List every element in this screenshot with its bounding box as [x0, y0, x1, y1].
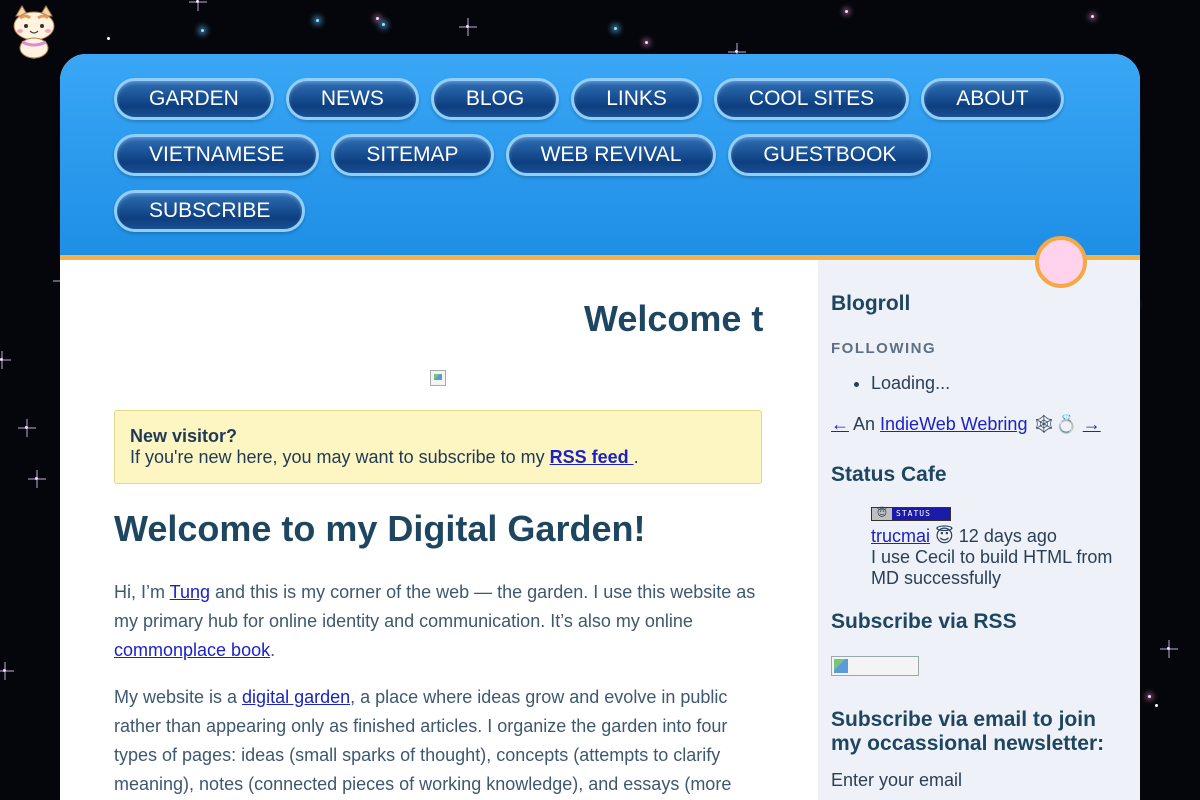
angel-face-icon: 😇 [872, 508, 892, 520]
following-label: FOLLOWING [831, 340, 937, 357]
star-decoration [196, 0, 199, 3]
nav-links-button[interactable]: LINKS [571, 78, 702, 120]
page-title: Welcome t [584, 298, 764, 339]
star-decoration [201, 29, 204, 32]
status-badge-text: STATUS [896, 509, 931, 518]
tung-link[interactable]: Tung [170, 582, 210, 602]
page-frame: GARDEN NEWS BLOG LINKS COOL SITES ABOUT … [60, 54, 1140, 800]
garden-text: My website is a [114, 687, 243, 707]
welcome-heading: Welcome to my Digital Garden! [114, 508, 646, 549]
star-decoration [0, 358, 3, 361]
status-user-link[interactable]: trucmai [871, 526, 930, 546]
notice-end: . [633, 447, 639, 467]
webring-emoji-icon: 🕸💍 [1027, 414, 1083, 434]
nav-garden-button[interactable]: GARDEN [114, 78, 274, 120]
nav-vietnamese-button[interactable]: VIETNAMESE [114, 134, 320, 176]
star-decoration [1167, 647, 1170, 650]
star-decoration [735, 50, 738, 53]
sidebar: Blogroll FOLLOWING Loading... ← An Indie… [818, 260, 1140, 800]
star-decoration [376, 17, 379, 20]
star-decoration [3, 669, 6, 672]
notice-text: If you're new here, you may want to subs… [130, 447, 550, 467]
webring-text: An [849, 414, 881, 434]
status-message: I use Cecil to build HTML from MD succes… [871, 547, 1113, 588]
intro-text: and this is my corner of the web — the g… [114, 582, 756, 631]
status-line: trucmai 😇 12 days ago [871, 526, 1126, 547]
nav-news-button[interactable]: NEWS [285, 78, 419, 120]
nav-guestbook-button[interactable]: GUESTBOOK [728, 134, 932, 176]
status-time: 12 days ago [958, 526, 1057, 546]
star-decoration [645, 41, 648, 44]
nav-cool-sites-button[interactable]: COOL SITES [713, 78, 910, 120]
moon-decoration-icon [1035, 236, 1087, 288]
list-item: Loading... [871, 373, 1126, 394]
broken-image-icon [430, 370, 446, 386]
star-decoration [614, 27, 617, 30]
cat-mascot-icon [13, 5, 55, 59]
nav-web-revival-button[interactable]: WEB REVIVAL [505, 134, 717, 176]
intro-text: Hi, I’m [114, 582, 170, 602]
blogroll-list: Loading... [831, 373, 1126, 394]
main-navigation: GARDEN NEWS BLOG LINKS COOL SITES ABOUT … [114, 78, 1074, 246]
blogroll-heading: Blogroll [831, 292, 911, 315]
star-decoration [316, 19, 319, 22]
star-decoration [1155, 704, 1158, 707]
star-decoration [1091, 15, 1094, 18]
nav-row: GARDEN NEWS BLOG LINKS COOL SITES ABOUT [114, 78, 1074, 120]
rss-feed-link[interactable]: RSS feed [550, 447, 634, 467]
star-decoration [1148, 695, 1151, 698]
star-decoration [845, 10, 848, 13]
site-header: GARDEN NEWS BLOG LINKS COOL SITES ABOUT … [60, 54, 1140, 260]
new-visitor-notice: New visitor? If you're new here, you may… [114, 410, 762, 484]
star-decoration [25, 426, 28, 429]
webring-prev-link[interactable]: ← [831, 414, 849, 434]
nav-about-button[interactable]: ABOUT [921, 78, 1064, 120]
digital-garden-link[interactable]: digital garden [242, 687, 350, 707]
email-label: Enter your email [831, 770, 963, 790]
nav-row: SUBSCRIBE [114, 190, 1074, 232]
status-entry: 😇 STATUS trucmai 😇 12 days ago I use Cec… [831, 507, 1126, 589]
nav-blog-button[interactable]: BLOG [430, 78, 560, 120]
newsletter-heading: Subscribe via email to join my occassion… [831, 708, 1105, 755]
star-decoration [466, 25, 469, 28]
intro-paragraph: Hi, I’m Tung and this is my corner of th… [114, 578, 762, 665]
star-decoration [107, 37, 110, 40]
nav-row: VIETNAMESE SITEMAP WEB REVIVAL GUESTBOOK [114, 134, 1074, 176]
intro-text: . [270, 640, 276, 660]
rss-heading: Subscribe via RSS [831, 610, 1017, 633]
webring: ← An IndieWeb Webring 🕸💍 → [831, 414, 1126, 435]
commonplace-book-link[interactable]: commonplace book [114, 640, 270, 660]
indieweb-webring-link[interactable]: IndieWeb Webring [880, 414, 1027, 434]
garden-paragraph: My website is a digital garden, a place … [114, 683, 762, 799]
notice-heading: New visitor? [130, 426, 238, 446]
webring-next-link[interactable]: → [1083, 414, 1101, 434]
star-decoration [35, 477, 38, 480]
status-emoji: 😇 [930, 526, 959, 546]
status-badge[interactable]: 😇 STATUS [871, 507, 951, 521]
star-decoration [382, 23, 385, 26]
nav-sitemap-button[interactable]: SITEMAP [331, 134, 494, 176]
status-cafe-heading: Status Cafe [831, 463, 947, 486]
nav-subscribe-button[interactable]: SUBSCRIBE [114, 190, 306, 232]
rss-badge-image[interactable] [831, 656, 919, 676]
